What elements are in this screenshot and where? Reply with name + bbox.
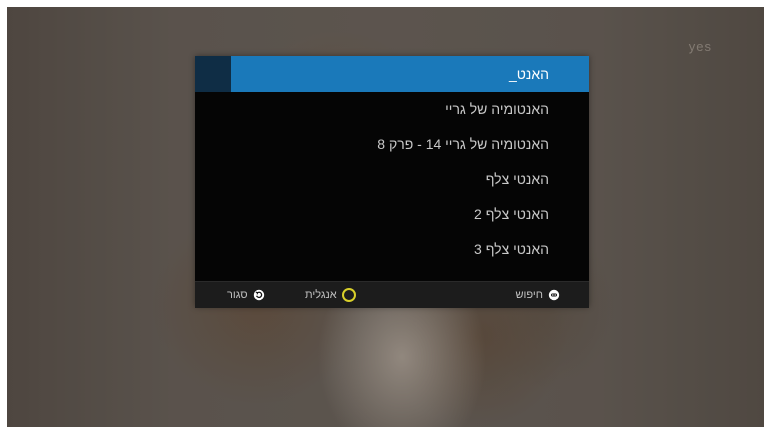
english-button[interactable]: אנגלית	[305, 282, 356, 308]
search-input-row[interactable]: האנט_	[195, 56, 589, 92]
search-result-item[interactable]: האנטי צלף	[195, 162, 589, 197]
search-result-item[interactable]: האנטומיה של גריי	[195, 92, 589, 127]
search-result-item[interactable]: האנטומיה של גריי 14 - פרק 8	[195, 127, 589, 162]
close-label: סגור	[227, 289, 248, 301]
search-button[interactable]: חיפוש	[516, 282, 560, 308]
search-results-list: האנטומיה של גריי האנטומיה של גריי 14 - פ…	[195, 92, 589, 267]
tv-screen: yes האנט_ האנטומיה של גריי האנטומיה של ג…	[7, 7, 764, 427]
dialog-footer: סגור אנגלית חיפוש	[195, 281, 589, 308]
english-label: אנגלית	[305, 289, 337, 301]
search-row-tab	[195, 56, 231, 92]
brand-watermark: yes	[688, 39, 712, 54]
yellow-button-icon	[341, 288, 356, 302]
close-button[interactable]: סגור	[227, 282, 265, 308]
yes-button-icon	[548, 289, 560, 301]
search-result-item[interactable]: האנטי צלף 3	[195, 232, 589, 267]
search-dialog: האנט_ האנטומיה של גריי האנטומיה של גריי …	[195, 56, 589, 308]
search-query[interactable]: האנט_	[509, 56, 549, 92]
back-icon	[253, 289, 264, 301]
search-label: חיפוש	[515, 289, 543, 301]
search-result-item[interactable]: האנטי צלף 2	[195, 197, 589, 232]
